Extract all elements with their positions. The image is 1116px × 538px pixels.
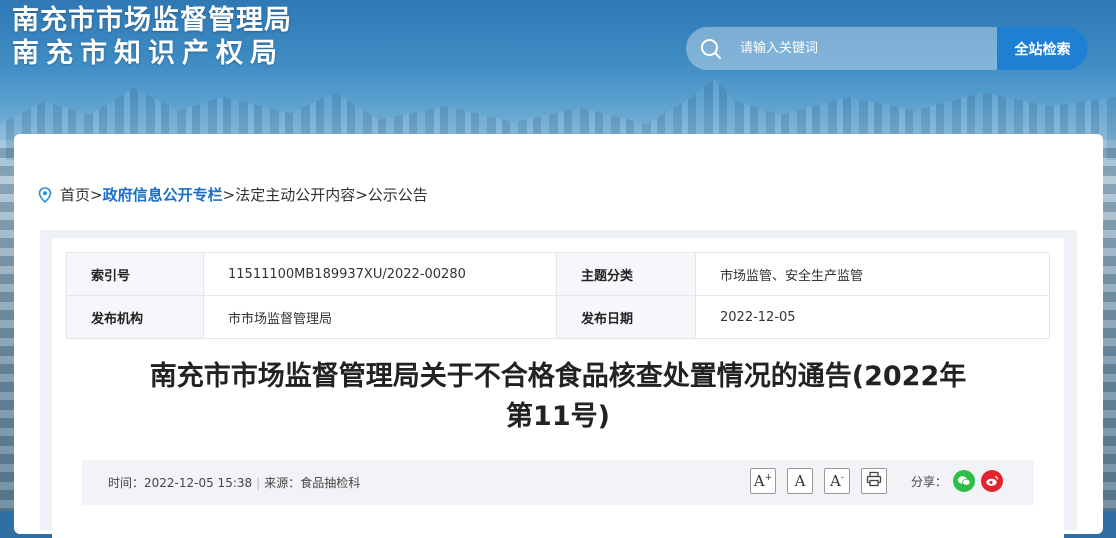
article-source: 来源：食品抽检科 — [264, 476, 361, 490]
main-card: 首页 > 政府信息公开专栏 > 法定主动公开内容 > 公示公告 索引号 1151… — [14, 134, 1103, 538]
search-input[interactable] — [736, 27, 997, 70]
font-size-tools: A + A A- — [750, 468, 890, 494]
document-meta-table: 索引号 11511100MB189937XU/2022-00280 主题分类 市… — [66, 252, 1050, 339]
font-decrease-letter: A — [830, 472, 841, 490]
article-title-line2: 第11号) — [506, 401, 610, 432]
publish-time: 时间：2022-12-05 15:38 — [108, 476, 253, 490]
wechat-share-icon[interactable] — [953, 470, 976, 492]
breadcrumb-separator: > — [90, 185, 103, 204]
print-button[interactable] — [861, 468, 887, 494]
share-label: 分享： — [911, 474, 948, 489]
article-info-bar: 时间：2022-12-05 15:38 | 来源：食品抽检科 A+ A A- — [82, 460, 1034, 505]
table-row: 索引号 11511100MB189937XU/2022-00280 主题分类 市… — [66, 252, 1050, 296]
info-separator: | — [256, 475, 261, 490]
font-decrease-button[interactable]: A- — [824, 468, 850, 494]
side-scenery-right — [1102, 140, 1116, 511]
font-increase-mark: + — [764, 473, 773, 483]
article-title: 南充市市场监督管理局关于不合格食品核查处置情况的通告(2022年 第11号) — [102, 357, 1014, 437]
article-title-line1: 南充市市场监督管理局关于不合格食品核查处置情况的通告(2022年 — [149, 361, 967, 392]
table-row: 发布机构 市市场监督管理局 发布日期 2022-12-05 — [66, 295, 1050, 339]
location-pin-icon — [38, 186, 52, 203]
search-bar: 全站检索 — [686, 27, 1088, 70]
breadcrumb-section[interactable]: 政府信息公开专栏 — [103, 184, 223, 205]
breadcrumb-subsection[interactable]: 法定主动公开内容 — [235, 184, 355, 205]
breadcrumb-separator: > — [222, 185, 236, 204]
breadcrumb-current[interactable]: 公示公告 — [368, 184, 428, 205]
publisher-value: 市市场监督管理局 — [203, 295, 557, 339]
font-default-button[interactable]: A — [787, 468, 813, 494]
printer-icon — [866, 471, 882, 491]
breadcrumb-home[interactable]: 首页 — [60, 184, 90, 205]
search-icon — [686, 27, 736, 70]
font-increase-letter: A — [753, 472, 765, 490]
topic-label: 主题分类 — [556, 252, 696, 296]
font-decrease-mark: - — [840, 473, 844, 483]
content-area: 索引号 11511100MB189937XU/2022-00280 主题分类 市… — [40, 230, 1077, 538]
weibo-share-icon[interactable] — [981, 470, 1004, 492]
index-number-label: 索引号 — [66, 252, 204, 296]
breadcrumb: 首页 > 政府信息公开专栏 > 法定主动公开内容 > 公示公告 — [38, 184, 428, 205]
font-increase-button[interactable]: A + — [750, 468, 776, 494]
site-title-line2: 南充市知识产权局 — [12, 38, 284, 69]
publisher-label: 发布机构 — [66, 295, 204, 339]
publish-date-label: 发布日期 — [556, 295, 696, 339]
index-number-value: 11511100MB189937XU/2022-00280 — [203, 252, 557, 296]
publish-date-value: 2022-12-05 — [695, 295, 1050, 339]
share-section: 分享： — [911, 470, 1004, 492]
site-search-button[interactable]: 全站检索 — [997, 27, 1088, 70]
site-title[interactable]: 南充市市场监督管理局 南充市知识产权局 — [12, 4, 292, 70]
article-panel: 索引号 11511100MB189937XU/2022-00280 主题分类 市… — [52, 238, 1064, 538]
site-title-line1: 南充市市场监督管理局 — [12, 5, 292, 36]
topic-value: 市场监管、安全生产监管 — [695, 252, 1050, 296]
breadcrumb-separator: > — [355, 185, 368, 204]
